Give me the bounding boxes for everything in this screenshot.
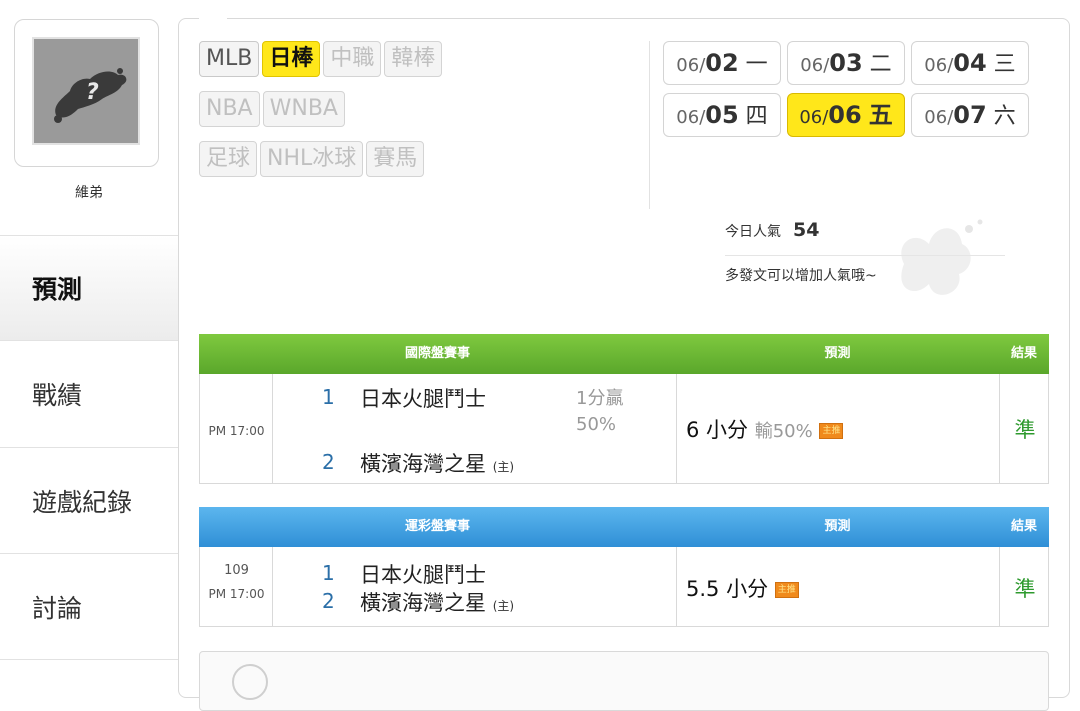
featured-tag: 主推	[774, 582, 799, 598]
team-name[interactable]: 橫濱海灣之星 (主)	[360, 448, 514, 478]
column-header-event: 運彩盤賽事	[404, 519, 470, 534]
table-header: 國際盤賽事 預測 結果	[199, 334, 1049, 374]
unknown-user-icon: ?	[54, 68, 127, 123]
date-button[interactable]: 06/03 二	[787, 41, 905, 85]
home-badge: (主)	[492, 599, 515, 613]
team-number: 1	[322, 561, 335, 585]
league-nba-button[interactable]: NBA	[199, 91, 260, 127]
league-npb-button[interactable]: 日棒	[262, 41, 321, 77]
league-filter: MLB 日棒 中職 韓棒 NBA WNBA 足球 NHL冰球 賽馬	[199, 41, 639, 191]
panel-notch	[199, 18, 227, 30]
date-button-selected[interactable]: 06/06 五	[787, 93, 905, 137]
nav-item-discussion[interactable]: 討論	[0, 554, 178, 659]
column-header-event: 國際盤賽事	[404, 346, 470, 361]
league-wnba-button[interactable]: WNBA	[262, 91, 345, 127]
date-button[interactable]: 06/05 四	[663, 93, 781, 137]
prediction-panel: MLB 日棒 中職 韓棒 NBA WNBA 足球 NHL冰球 賽馬 06/02 一 06/03…	[178, 18, 1070, 711]
divider	[676, 374, 677, 484]
divider	[725, 255, 1005, 256]
table-row: PM 17:00 1 日本火腿鬥士 2 橫濱海灣之星 (主) 1分贏 50% 6 …	[199, 374, 1049, 484]
column-header-prediction: 預測	[824, 519, 851, 534]
league-kbo-button[interactable]: 韓棒	[384, 41, 443, 77]
league-soccer-button[interactable]: 足球	[199, 141, 258, 177]
popularity-label: 今日人氣	[725, 224, 781, 240]
username: 維弟	[75, 185, 103, 201]
date-button[interactable]: 06/04 三	[911, 41, 1029, 85]
comment-icon	[232, 664, 268, 700]
discussion-box	[199, 651, 1049, 711]
avatar[interactable]: ?	[32, 37, 140, 145]
column-header-result: 結果	[1010, 346, 1037, 361]
avatar-card[interactable]: ?	[14, 19, 159, 167]
date-button[interactable]: 06/07 六	[911, 93, 1029, 137]
popularity-box: 今日人氣 54 多發文可以增加人氣哦~	[725, 219, 1065, 309]
divider	[649, 41, 650, 209]
divider	[676, 547, 677, 627]
date-picker: 06/02 一 06/03 二 06/04 三 06/05 四 06/06 五 06/0…	[663, 41, 1063, 145]
column-header-result: 結果	[1010, 519, 1037, 534]
sports-lottery-table: 運彩盤賽事 預測 結果 109 PM 17:00 1 日本火腿鬥士 2 橫濱海灣…	[199, 507, 1049, 629]
nav-item-game-history[interactable]: 遊戲紀錄	[0, 448, 178, 553]
international-table: 國際盤賽事 預測 結果 PM 17:00 1 日本火腿鬥士 2 橫濱海灣之星 (…	[199, 334, 1049, 484]
team-name[interactable]: 橫濱海灣之星 (主)	[360, 587, 514, 617]
team-number: 2	[322, 450, 335, 474]
game-number: 109	[224, 563, 249, 578]
nav-item-record[interactable]: 戰績	[0, 341, 178, 447]
column-header-prediction: 預測	[824, 346, 851, 361]
team-number: 2	[322, 589, 335, 613]
popularity-hint: 多發文可以增加人氣哦~	[725, 268, 877, 284]
league-nhl-button[interactable]: NHL冰球	[260, 141, 364, 177]
league-horse-racing-button[interactable]: 賽馬	[366, 141, 425, 177]
team-name[interactable]: 日本火腿鬥士	[360, 559, 486, 589]
table-row: 109 PM 17:00 1 日本火腿鬥士 2 橫濱海灣之星 (主) 5.5 小…	[199, 547, 1049, 627]
prediction-value: 6 小分 輸50% 主推	[686, 414, 844, 444]
table-header: 運彩盤賽事 預測 結果	[199, 507, 1049, 547]
team-name[interactable]: 日本火腿鬥士	[360, 383, 486, 413]
nav-item-prediction[interactable]: 預測	[0, 236, 178, 340]
popularity-value: 54	[793, 219, 820, 241]
league-mlb-button[interactable]: MLB	[199, 41, 260, 77]
game-time: PM 17:00	[208, 424, 265, 438]
featured-tag: 主推	[819, 423, 844, 439]
divider	[0, 659, 178, 660]
svg-text:?: ?	[86, 80, 99, 105]
prediction-value: 5.5 小分 主推	[686, 573, 799, 603]
league-cpbl-button[interactable]: 中職	[323, 41, 382, 77]
home-badge: (主)	[492, 460, 515, 474]
team-number: 1	[322, 385, 335, 409]
sidebar: ? 維弟 預測 戰績 遊戲紀錄 討論	[0, 0, 178, 671]
spread-odds: 1分贏 50%	[576, 388, 624, 435]
result-badge: 準	[1014, 577, 1036, 601]
game-time: PM 17:00	[208, 587, 265, 601]
date-button[interactable]: 06/02 一	[663, 41, 781, 85]
result-badge: 準	[1014, 418, 1036, 442]
